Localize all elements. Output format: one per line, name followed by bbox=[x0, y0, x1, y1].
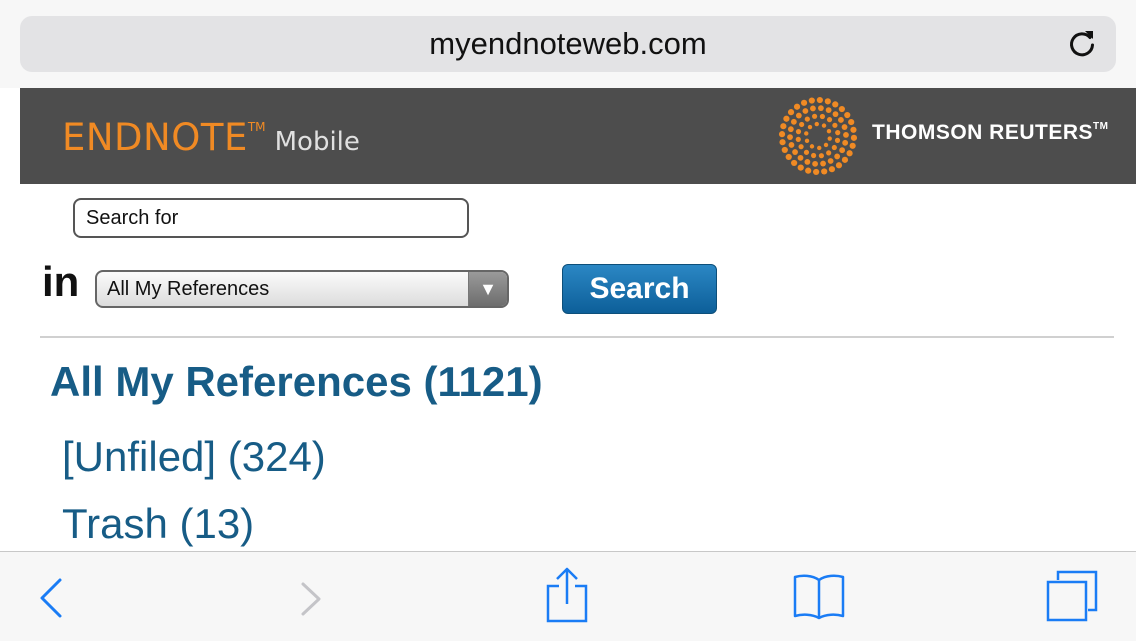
address-bar[interactable]: myendnoteweb.com bbox=[20, 16, 1116, 72]
share-icon[interactable] bbox=[544, 566, 590, 624]
thomson-reuters-wordmark: THOMSON REUTERSTM bbox=[872, 121, 1108, 145]
endnote-logo[interactable]: ENDNOTETM Mobile bbox=[62, 116, 360, 159]
thomson-reuters-logo-icon bbox=[778, 96, 858, 176]
back-icon[interactable] bbox=[36, 576, 66, 620]
forward-icon[interactable] bbox=[298, 580, 324, 618]
site-banner: ENDNOTETM Mobile THOMSON REUTERSTM bbox=[20, 88, 1136, 184]
reload-icon[interactable] bbox=[1066, 28, 1098, 60]
partner-name: THOMSON REUTERS bbox=[872, 121, 1094, 144]
tabs-icon[interactable] bbox=[1046, 570, 1098, 622]
in-label: in bbox=[42, 258, 80, 305]
url-text[interactable]: myendnoteweb.com bbox=[20, 16, 1116, 72]
search-button[interactable]: Search bbox=[562, 264, 717, 314]
all-references-link[interactable]: All My References (1121) bbox=[50, 358, 543, 406]
partner-tm: TM bbox=[1093, 121, 1109, 132]
bookmarks-icon[interactable] bbox=[792, 572, 846, 620]
search-input[interactable] bbox=[73, 198, 469, 238]
divider bbox=[40, 336, 1114, 338]
scope-select[interactable]: All My References ▼ bbox=[95, 270, 509, 308]
web-page: ENDNOTETM Mobile THOMSON REUTERSTM in Al… bbox=[20, 88, 1136, 551]
brand-sub: Mobile bbox=[274, 127, 360, 157]
browser-toolbar bbox=[0, 551, 1136, 641]
scope-select-value: All My References bbox=[107, 278, 270, 300]
brand-tm: TM bbox=[247, 120, 266, 134]
browser-top-bar: myendnoteweb.com bbox=[0, 0, 1136, 88]
brand-main: ENDNOTE bbox=[62, 116, 248, 159]
group-item-trash[interactable]: Trash (13) bbox=[62, 500, 254, 548]
dropdown-arrow-icon[interactable]: ▼ bbox=[468, 272, 507, 306]
group-item-unfiled[interactable]: [Unfiled] (324) bbox=[62, 433, 326, 481]
